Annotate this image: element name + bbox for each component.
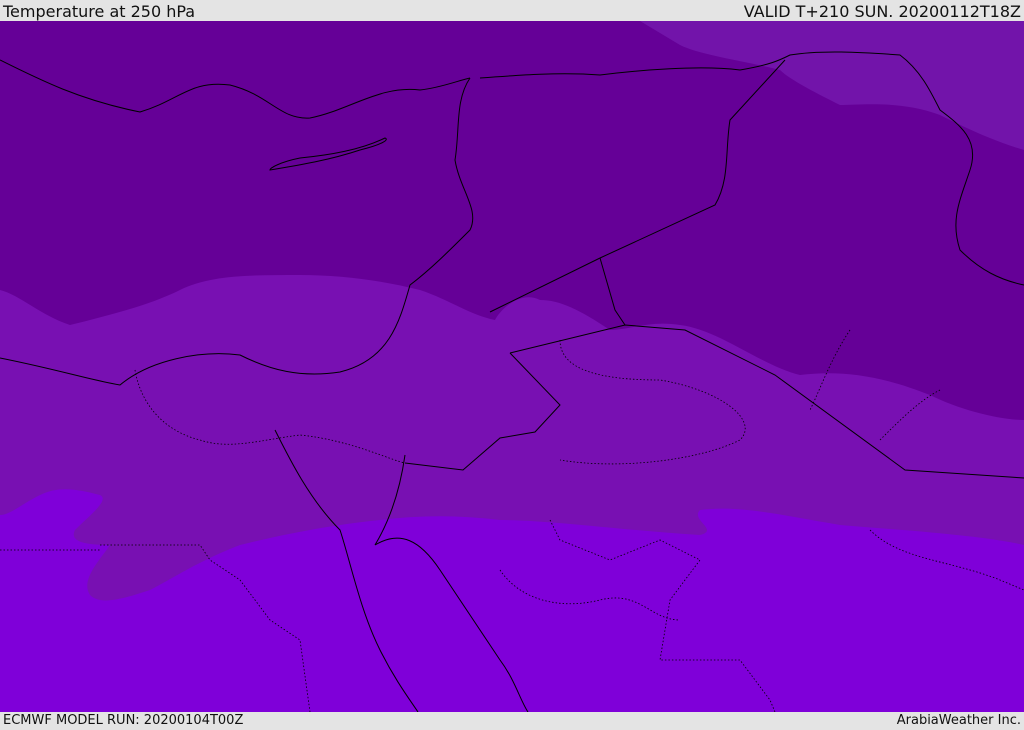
credit: ArabiaWeather Inc. [896,713,1021,728]
footer-bar: ECMWF MODEL RUN: 20200104T00Z ArabiaWeat… [0,712,1024,729]
model-run: ECMWF MODEL RUN: 20200104T00Z [3,713,244,728]
header-bar: Temperature at 250 hPa VALID T+210 SUN. … [0,0,1024,21]
temperature-map [0,21,1024,712]
